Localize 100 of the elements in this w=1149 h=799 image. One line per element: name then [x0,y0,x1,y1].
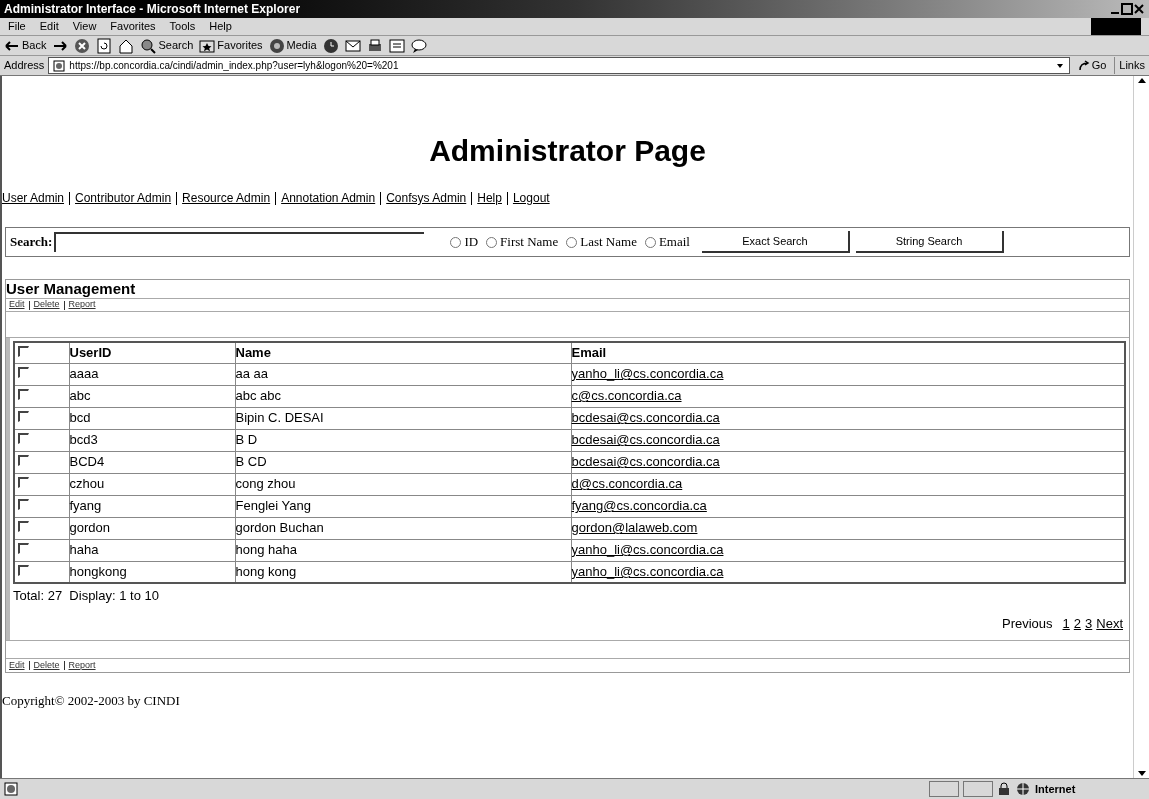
table-cell: aaaa [69,363,235,385]
scrollbar[interactable] [1133,76,1149,778]
table-cell: hong haha [235,539,571,561]
radio-button[interactable] [450,236,462,248]
table-cell: abc [69,385,235,407]
table-cell: cong zhou [235,473,571,495]
favorites-icon[interactable] [199,37,216,54]
mail-icon[interactable] [344,37,361,54]
table-cell: Bipin C. DESAI [235,407,571,429]
refresh-icon[interactable] [96,37,113,54]
radio-button[interactable] [566,236,578,248]
email-link[interactable]: d@cs.concordia.ca [571,476,683,492]
column-header: Name [235,342,571,363]
action-link[interactable]: Report [68,658,96,673]
section-title: User Management [6,280,137,298]
radio-label: ID [464,233,479,252]
address-label: Address [4,58,45,74]
table-cell: abc abc [235,385,571,407]
menu-item[interactable]: Help [209,18,232,35]
table-cell: bcd [69,407,235,429]
radio-label: First Name [500,233,559,252]
links-button[interactable]: Links [1114,57,1145,74]
go-arrow-icon [1077,59,1090,72]
action-link[interactable]: Delete [33,658,60,673]
nav-link[interactable]: Annotation Admin [281,189,376,207]
toolbar-button[interactable]: Favorites [199,37,263,54]
toolbar-button[interactable]: Search [140,37,194,54]
action-link[interactable]: Delete [33,298,60,312]
table-cell: B D [235,429,571,451]
search-label: Search: [10,233,53,252]
status-pane [963,781,993,797]
email-link[interactable]: gordon@lalaweb.com [571,520,698,536]
globe-icon [1015,782,1031,796]
toolbar-button[interactable]: Back [4,37,47,54]
nav-link[interactable]: Contributor Admin [75,189,172,207]
email-link[interactable]: bcdesai@cs.concordia.ca [571,454,720,470]
action-link[interactable]: Edit [9,298,25,312]
email-link[interactable]: yanho_li@cs.concordia.ca [571,564,724,579]
scroll-up-icon[interactable] [1136,76,1147,86]
search-button[interactable]: String Search [855,231,1004,253]
copyright-text: Copyright© 2002-2003 by CINDI [2,692,181,710]
stop-icon[interactable] [74,37,91,54]
lock-icon [997,782,1011,796]
radio-button[interactable] [644,236,656,248]
previous-label: Previous [1002,614,1053,633]
search-button[interactable]: Exact Search [701,231,850,253]
search-icon[interactable] [140,37,157,54]
summary-text: Total: 27 Display: 1 to 10 [13,587,160,605]
email-link[interactable]: bcdesai@cs.concordia.ca [571,432,720,448]
media-icon[interactable] [268,37,285,54]
maximize-icon[interactable] [1121,3,1133,15]
table-cell: bcd3 [69,429,235,451]
table-cell: haha [69,539,235,561]
email-link[interactable]: bcdesai@cs.concordia.ca [571,410,720,426]
menu-item[interactable]: Favorites [110,18,156,35]
discuss-icon[interactable] [410,37,427,54]
page-icon [4,782,18,796]
table-cell: fyang [69,495,235,517]
table-cell: hongkong [69,561,235,583]
email-link[interactable]: c@cs.concordia.ca [571,388,682,404]
edit-icon[interactable] [388,37,405,54]
table-cell: aa aa [235,363,571,385]
address-field[interactable]: https://bp.concordia.ca/cindi/admin_index.php?user=lyh&logon%20=%201 [48,57,1070,74]
close-icon[interactable] [1133,3,1145,15]
nav-link[interactable]: Resource Admin [182,189,271,207]
email-link[interactable]: fyang@cs.concordia.ca [571,498,707,514]
action-link[interactable]: Report [68,298,96,312]
nav-link[interactable]: Logout [512,189,550,207]
page-link[interactable]: 3 [1085,613,1093,633]
nav-link[interactable]: Help [477,189,502,207]
home-icon[interactable] [118,37,135,54]
print-icon[interactable] [366,37,383,54]
column-header: UserID [69,342,235,363]
page-link[interactable]: 2 [1073,613,1082,633]
go-button[interactable]: Go [1073,57,1111,74]
table-cell: gordon Buchan [235,517,571,539]
table-cell: hong kong [235,561,571,583]
radio-button[interactable] [486,236,498,248]
window-title: Administrator Interface - Microsoft Internet Explorer [4,1,301,18]
page-icon [53,59,66,72]
throbber [1091,18,1141,35]
zone-label: Internet [1035,781,1077,797]
menu-item[interactable]: View [72,18,97,35]
page-link[interactable]: 1 [1062,613,1070,633]
table-cell: B CD [235,451,571,473]
table-cell: czhou [69,473,235,495]
toolbar-button[interactable]: Media [268,37,317,54]
menu-item[interactable]: File [8,18,26,35]
scroll-down-icon[interactable] [1136,768,1147,778]
table-cell: gordon [69,517,235,539]
nav-link[interactable]: User Admin [2,189,65,207]
history-icon[interactable] [322,37,339,54]
nav-link[interactable]: Confsys Admin [386,189,467,207]
action-link[interactable]: Edit [9,658,25,673]
menu-item[interactable]: Edit [39,18,59,35]
menu-item[interactable]: Tools [169,18,196,35]
radio-label: Last Name [580,233,637,252]
table-cell: BCD4 [69,451,235,473]
next-link[interactable]: Next [1096,613,1123,633]
table-cell: Fenglei Yang [235,495,571,517]
